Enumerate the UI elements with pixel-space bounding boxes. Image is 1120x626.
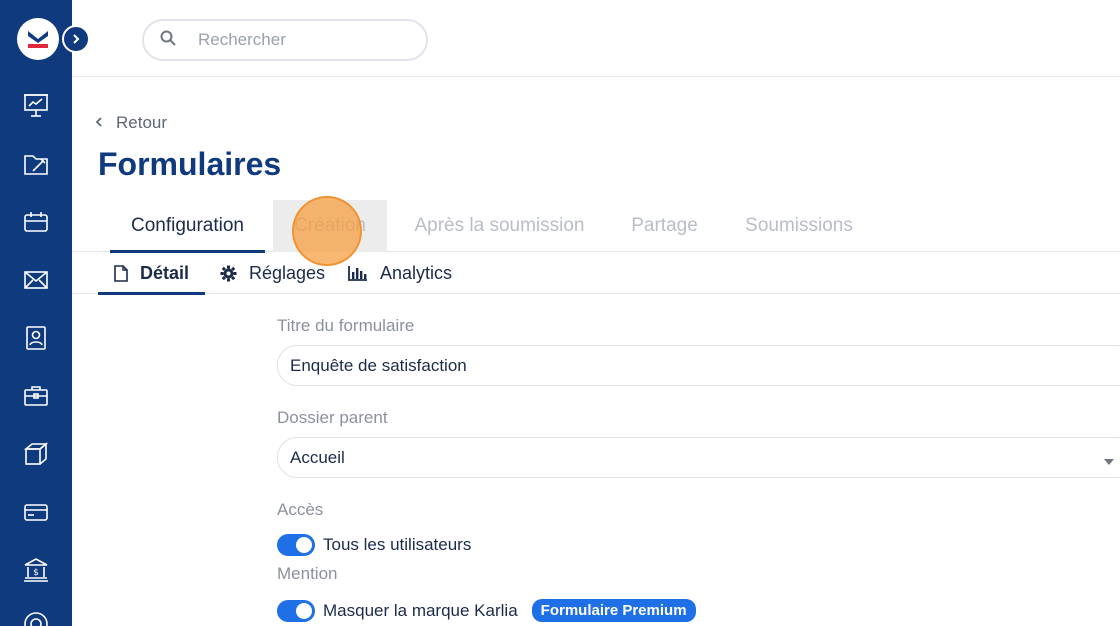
search-icon bbox=[160, 30, 176, 51]
svg-text:$: $ bbox=[33, 568, 39, 578]
access-label: Accès bbox=[277, 500, 324, 519]
access-toggle-label: Tous les utilisateurs bbox=[323, 535, 472, 554]
subtab-detail-label: Détail bbox=[140, 262, 190, 283]
mention-toggle-row: Masquer la marque Karlia Formulaire Prem… bbox=[277, 599, 696, 622]
credit-card-icon[interactable] bbox=[20, 496, 52, 528]
chevron-right-icon[interactable] bbox=[62, 25, 90, 53]
tab-apres-la-soumission[interactable]: Après la soumission bbox=[402, 200, 597, 252]
subtab-analytics-label: Analytics bbox=[380, 262, 453, 283]
hide-brand-label: Masquer la marque Karlia bbox=[323, 600, 518, 620]
presentation-icon[interactable] bbox=[20, 89, 52, 121]
gear-icon bbox=[220, 265, 237, 282]
subtab-detail[interactable]: Détail bbox=[98, 252, 206, 295]
page-title: Formulaires bbox=[98, 146, 282, 182]
tab-soumissions[interactable]: Soumissions bbox=[732, 200, 866, 252]
main-tabs: Configuration Création Après la soumissi… bbox=[72, 200, 1120, 253]
subtab-reglages-label: Réglages bbox=[249, 262, 326, 283]
parent-folder-label: Dossier parent bbox=[277, 408, 388, 427]
premium-badge: Formulaire Premium bbox=[531, 599, 696, 622]
briefcase-icon[interactable] bbox=[20, 380, 52, 412]
access-toggle[interactable] bbox=[277, 534, 315, 556]
tab-creation[interactable]: Création bbox=[273, 200, 387, 252]
subtab-analytics[interactable]: Analytics bbox=[348, 252, 452, 294]
hide-brand-toggle[interactable] bbox=[277, 599, 315, 622]
search-input[interactable]: Rechercher bbox=[142, 19, 428, 61]
parent-folder-select[interactable]: Accueil bbox=[277, 437, 1120, 478]
form-title-value: Enquête de satisfaction bbox=[290, 355, 467, 375]
support-icon[interactable] bbox=[20, 608, 52, 626]
chevron-down-icon bbox=[1104, 451, 1114, 471]
subtab-reglages[interactable]: Réglages bbox=[220, 252, 325, 294]
form-title-input[interactable]: Enquête de satisfaction bbox=[277, 345, 1120, 386]
parent-folder-value: Accueil bbox=[290, 447, 345, 467]
chevron-left-icon bbox=[94, 113, 104, 133]
mail-icon[interactable] bbox=[20, 264, 52, 296]
form-title-label: Titre du formulaire bbox=[277, 316, 415, 335]
calendar-icon[interactable] bbox=[20, 206, 52, 238]
top-bar: Rechercher bbox=[72, 0, 1120, 77]
sub-tabs: Détail Réglages Analytics bbox=[72, 252, 1120, 295]
mention-label: Mention bbox=[277, 564, 338, 583]
back-link[interactable]: Retour bbox=[94, 113, 167, 133]
tab-configuration[interactable]: Configuration bbox=[110, 200, 265, 253]
bar-chart-icon bbox=[348, 265, 368, 281]
search-placeholder: Rechercher bbox=[198, 30, 286, 49]
sidebar: $ bbox=[0, 0, 72, 626]
box-icon[interactable] bbox=[20, 438, 52, 470]
contact-card-icon[interactable] bbox=[20, 322, 52, 354]
folder-edit-icon[interactable] bbox=[20, 148, 52, 180]
document-icon bbox=[114, 264, 128, 282]
tab-partage[interactable]: Partage bbox=[620, 200, 709, 252]
back-label: Retour bbox=[116, 113, 168, 132]
bank-icon[interactable]: $ bbox=[20, 554, 52, 586]
access-toggle-row: Tous les utilisateurs bbox=[277, 534, 471, 556]
karlia-logo-icon[interactable] bbox=[17, 18, 59, 60]
